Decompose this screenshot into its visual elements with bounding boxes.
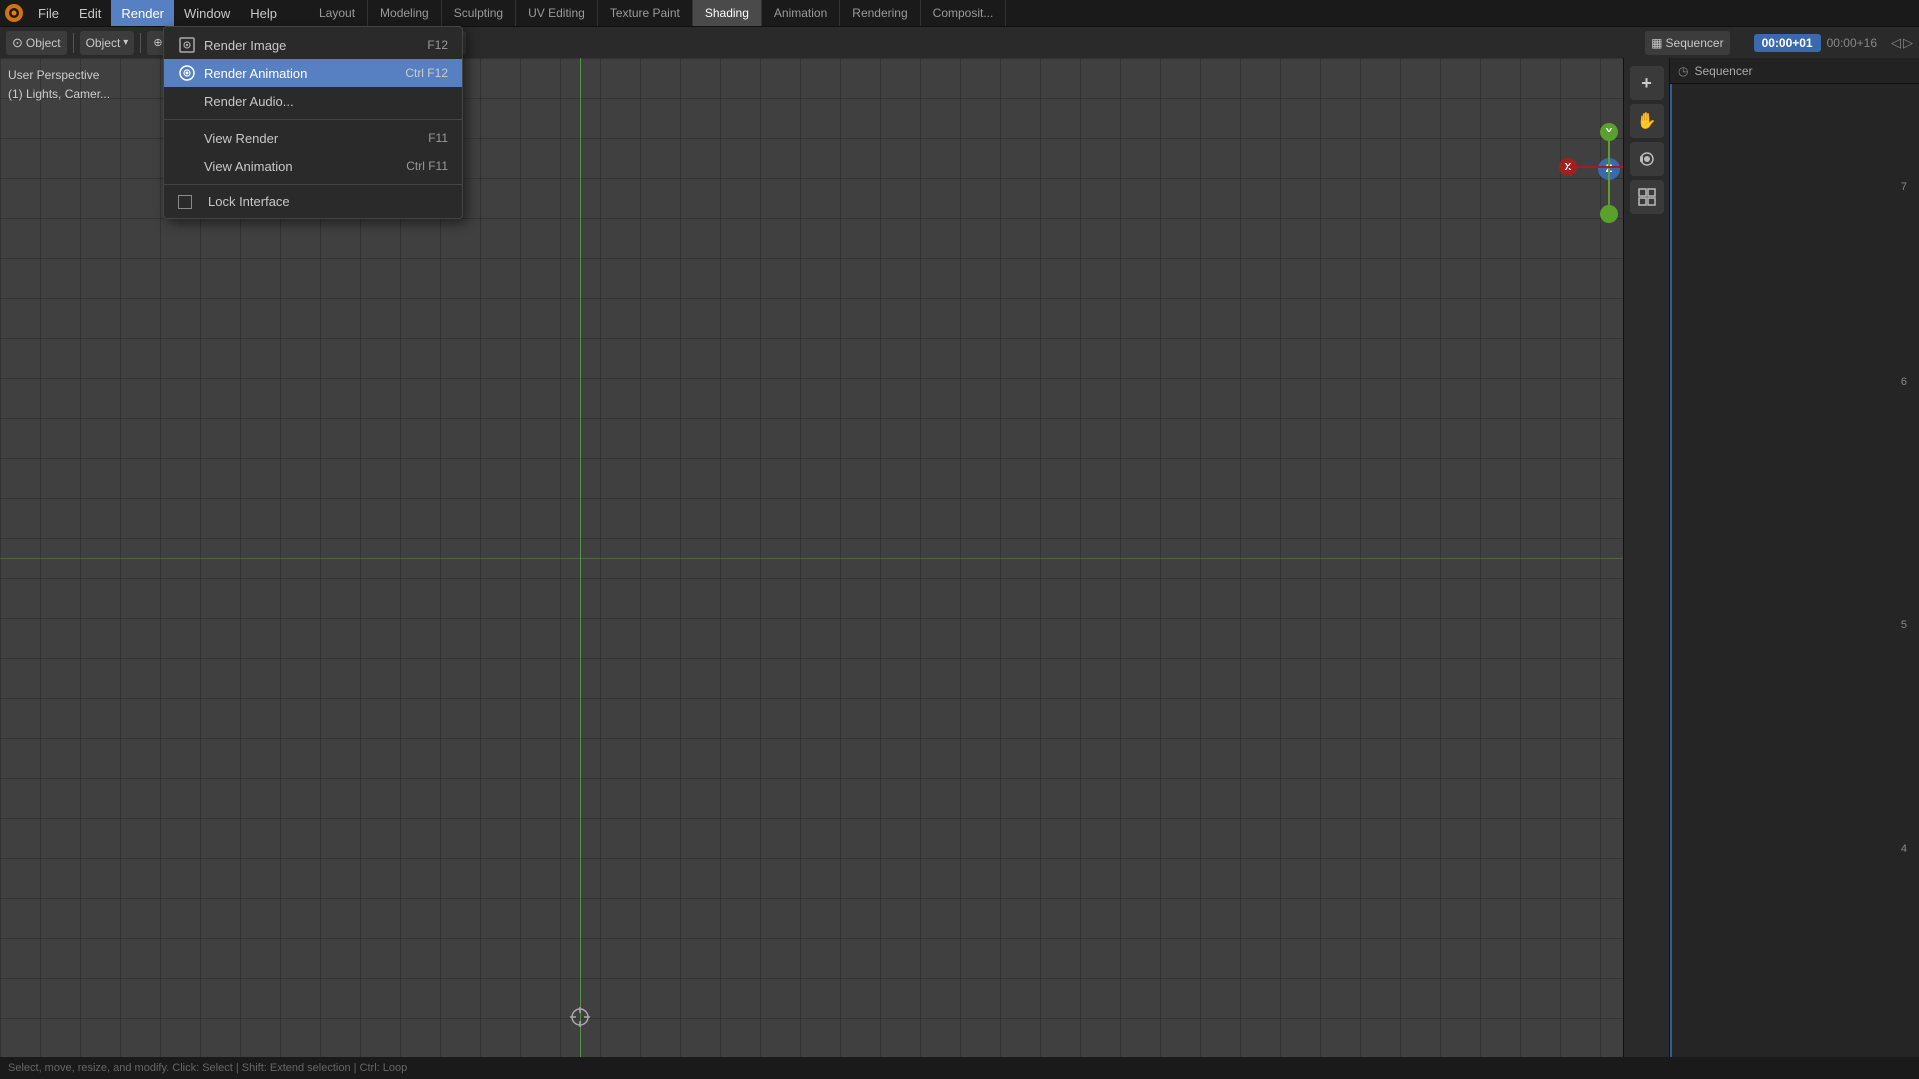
render-audio-icon: [178, 92, 196, 110]
render-animation-item[interactable]: Render Animation Ctrl F12: [164, 59, 462, 87]
render-animation-left: Render Animation: [178, 64, 307, 82]
object-mode-btn[interactable]: Object ▾: [80, 31, 135, 55]
view-animation-left: View Animation: [178, 157, 293, 175]
tab-shading[interactable]: Shading: [693, 0, 762, 26]
render-image-label: Render Image: [204, 38, 286, 53]
render-audio-left: Render Audio...: [178, 92, 294, 110]
lock-interface-left: Lock Interface: [178, 194, 290, 209]
view-animation-label: View Animation: [204, 159, 293, 174]
menu-file[interactable]: File: [28, 0, 69, 26]
object-mode-label: Object: [86, 36, 121, 50]
sep2: [140, 33, 141, 53]
lock-interface-checkbox[interactable]: [178, 195, 192, 209]
render-animation-label: Render Animation: [204, 66, 307, 81]
perspective-label: User Perspective: [8, 66, 110, 85]
render-image-item[interactable]: Render Image F12: [164, 31, 462, 59]
camera-view-btn[interactable]: [1630, 142, 1664, 176]
origin-line-horizontal: [0, 558, 1669, 559]
render-audio-label: Render Audio...: [204, 94, 294, 109]
end-frame-display: 00:00+16: [1827, 36, 1877, 50]
render-dropdown-menu: Render Image F12 Render Animation Ctrl F…: [163, 26, 463, 219]
timeline-arrows: ◁ ▷: [1891, 35, 1913, 51]
dropdown-arrow: ▾: [123, 37, 128, 48]
timeline-type-icon: ◷: [1678, 64, 1688, 78]
render-image-shortcut: F12: [427, 38, 448, 52]
lock-interface-label: Lock Interface: [208, 194, 290, 209]
view-render-item[interactable]: View Render F11: [164, 124, 462, 152]
tl-num-7: 7: [1901, 181, 1907, 193]
lock-interface-item[interactable]: Lock Interface: [164, 189, 462, 214]
viewport-info: User Perspective (1) Lights, Camer...: [8, 66, 110, 104]
status-info: Select, move, resize, and modify. Click:…: [8, 1062, 407, 1074]
tab-compositing[interactable]: Composit...: [921, 0, 1007, 26]
view-render-icon: [178, 129, 196, 147]
timeline-body[interactable]: 7 6 5 4: [1670, 84, 1919, 1057]
tl-num-5: 5: [1901, 619, 1907, 631]
main-menu: File Edit Render Window Help: [28, 0, 287, 26]
tab-rendering[interactable]: Rendering: [840, 0, 920, 26]
render-animation-icon: [178, 64, 196, 82]
grid-view-btn[interactable]: [1630, 180, 1664, 214]
render-image-icon: [178, 36, 196, 54]
playhead: [1670, 84, 1672, 1057]
tab-uv-editing[interactable]: UV Editing: [516, 0, 598, 26]
sequencer-btn[interactable]: ▦ Sequencer: [1645, 31, 1729, 55]
menu-window[interactable]: Window: [174, 0, 240, 26]
top-menu-bar: File Edit Render Window Help Layout Mode…: [0, 0, 1919, 26]
tab-layout[interactable]: Layout: [307, 0, 368, 26]
render-image-left: Render Image: [178, 36, 286, 54]
transform-icon: ⊕: [153, 36, 162, 49]
timeline-panel: ◷ Sequencer 7 6 5 4: [1669, 58, 1919, 1057]
tab-modeling[interactable]: Modeling: [368, 0, 442, 26]
zoom-in-btn[interactable]: +: [1630, 66, 1664, 100]
menu-divider-1: [164, 119, 462, 120]
view-animation-item[interactable]: View Animation Ctrl F11: [164, 152, 462, 180]
view-render-shortcut: F11: [428, 131, 448, 145]
menu-render[interactable]: Render: [111, 0, 174, 26]
prev-frame-icon[interactable]: ◁: [1891, 35, 1901, 51]
3d-cursor: [568, 1005, 592, 1032]
menu-edit[interactable]: Edit: [69, 0, 111, 26]
view-render-left: View Render: [178, 129, 278, 147]
status-bar: Select, move, resize, and modify. Click:…: [0, 1057, 1919, 1079]
render-animation-shortcut: Ctrl F12: [405, 66, 448, 80]
editor-type-btn[interactable]: ⊙ Object: [6, 31, 67, 55]
tab-sculpting[interactable]: Sculpting: [442, 0, 516, 26]
view-animation-icon: [178, 157, 196, 175]
editor-icon: ⊙: [12, 35, 23, 51]
blender-logo: [0, 0, 28, 26]
tab-animation[interactable]: Animation: [762, 0, 840, 26]
next-frame-icon[interactable]: ▷: [1903, 35, 1913, 51]
sequencer-icon: ▦: [1651, 36, 1662, 50]
render-audio-item[interactable]: Render Audio...: [164, 87, 462, 115]
view-render-label: View Render: [204, 131, 278, 146]
scene-label: (1) Lights, Camer...: [8, 85, 110, 104]
tl-num-6: 6: [1901, 376, 1907, 388]
separator: [73, 33, 74, 53]
sequencer-label: Sequencer: [1666, 36, 1724, 50]
right-panel: + ✋: [1623, 58, 1669, 1057]
pan-btn[interactable]: ✋: [1630, 104, 1664, 138]
menu-help[interactable]: Help: [240, 0, 287, 26]
current-frame-display[interactable]: 00:00+01: [1754, 34, 1821, 52]
tab-texture-paint[interactable]: Texture Paint: [598, 0, 693, 26]
timeline-header: ◷ Sequencer: [1670, 58, 1919, 84]
tl-num-4: 4: [1901, 843, 1907, 855]
menu-divider-2: [164, 184, 462, 185]
view-animation-shortcut: Ctrl F11: [406, 159, 448, 173]
editor-type-label: Object: [26, 36, 61, 50]
sequencer-header-label: Sequencer: [1694, 64, 1752, 78]
